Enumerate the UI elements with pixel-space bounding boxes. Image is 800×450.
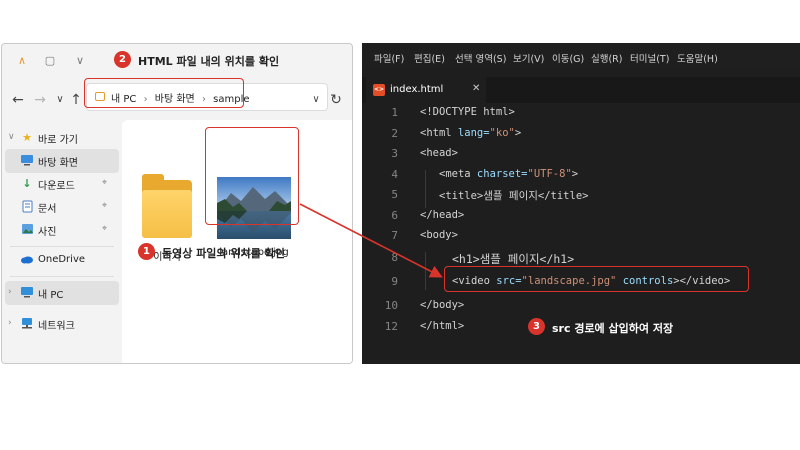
step-2-caption: HTML 파일 내의 위치를 확인 [138,55,280,68]
step-badge: 1 [138,243,155,260]
step-badge: 2 [114,51,131,68]
step-badge: 3 [528,318,545,335]
step-1-caption: 동영상 파일의 위치를 확인 [162,247,285,260]
step-3-caption: src 경로에 삽입하여 저장 [552,322,674,335]
